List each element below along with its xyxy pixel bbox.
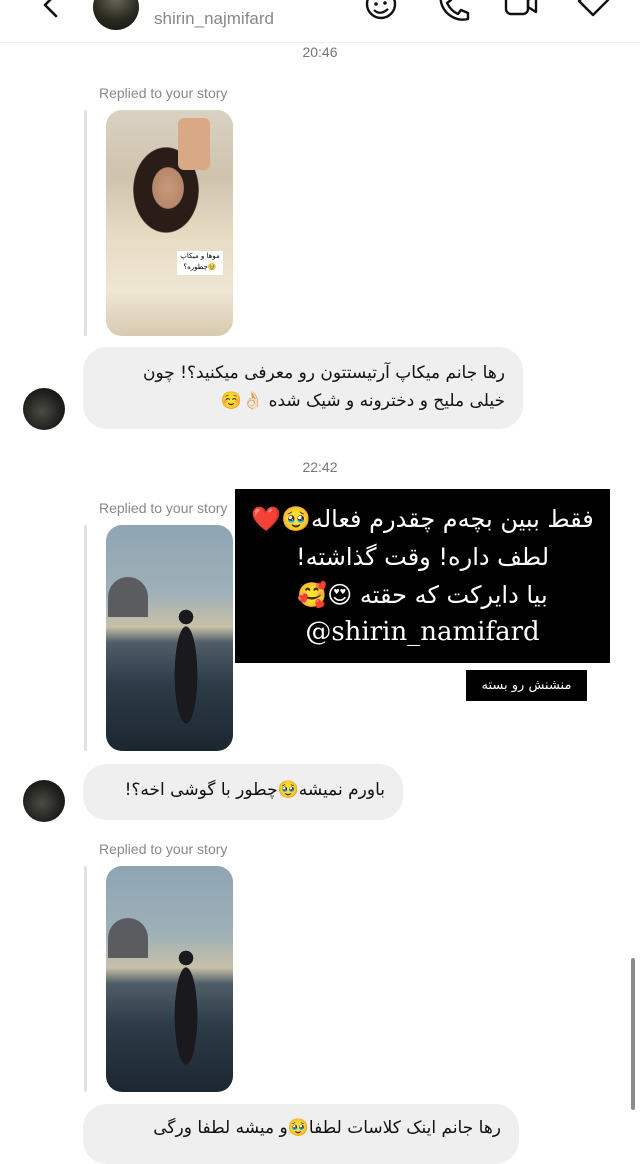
promo-line: فقط ببین بچه‌م چقدرم فعاله🥹❤️ [251, 505, 594, 533]
promo-text-overlay: فقط ببین بچه‌م چقدرم فعاله🥹❤️ لطف داره! … [235, 489, 610, 663]
promo-line: بیا دایرکت که حقته 😍🥰 [297, 581, 548, 609]
message-text: رها جانم میکاپ آرتیستتون رو معرفی میکنید… [142, 363, 505, 383]
reply-indicator-line [84, 866, 87, 1092]
promo-handle: @shirin_namifard [305, 617, 540, 647]
replied-to-story-label: Replied to your story [99, 85, 228, 101]
avatar[interactable] [93, 0, 139, 30]
message-text: رها جانم اینک کلاسات لطفا🥹و میشه لطفا ور… [153, 1118, 501, 1138]
replied-to-story-label: Replied to your story [99, 841, 228, 857]
message-bubble[interactable]: رها جانم میکاپ آرتیستتون رو معرفی میکنید… [83, 347, 523, 429]
mosque-silhouette [108, 577, 148, 617]
chevron-left-icon[interactable] [36, 0, 66, 22]
message-timestamp: 22:42 [302, 459, 338, 475]
promo-line: لطف داره! وقت گذاشته! [295, 543, 550, 571]
message-timestamp: 20:46 [302, 44, 338, 60]
phone-icon[interactable] [436, 0, 470, 24]
video-icon[interactable] [504, 0, 538, 24]
message-text: باورم نمیشه🥹چطور با گوشی اخه؟! [124, 780, 385, 800]
phone-in-photo [178, 118, 210, 170]
reply-indicator-line [84, 525, 87, 751]
tag-icon[interactable] [576, 0, 610, 24]
username[interactable]: shirin_najmifard [154, 9, 274, 29]
scrollbar[interactable] [631, 958, 635, 1110]
message-bubble[interactable]: باورم نمیشه🥹چطور با گوشی اخه؟! [83, 764, 403, 820]
sender-avatar[interactable] [23, 780, 65, 822]
reply-indicator-line [84, 110, 87, 336]
message-bubble[interactable]: رها جانم اینک کلاسات لطفا🥹و میشه لطفا ور… [83, 1104, 519, 1164]
sticker-icon[interactable] [364, 0, 398, 24]
story-text-overlay: موها و میکاپ چطوره؟🥹 [177, 251, 223, 275]
story-thumbnail[interactable] [106, 866, 233, 1092]
replied-to-story-label: Replied to your story [99, 500, 228, 516]
message-text: خیلی ملیح و دخترونه و شیک شده 👌🏻☺️ [220, 391, 505, 411]
story-thumbnail[interactable] [106, 525, 233, 751]
sender-avatar[interactable] [23, 388, 65, 430]
mention-tag: منشنش رو بسته [466, 670, 587, 701]
story-thumbnail[interactable]: موها و میکاپ چطوره؟🥹 [106, 110, 233, 336]
conversation-header: shirin_najmifard [0, 0, 640, 43]
mosque-silhouette [108, 918, 148, 958]
